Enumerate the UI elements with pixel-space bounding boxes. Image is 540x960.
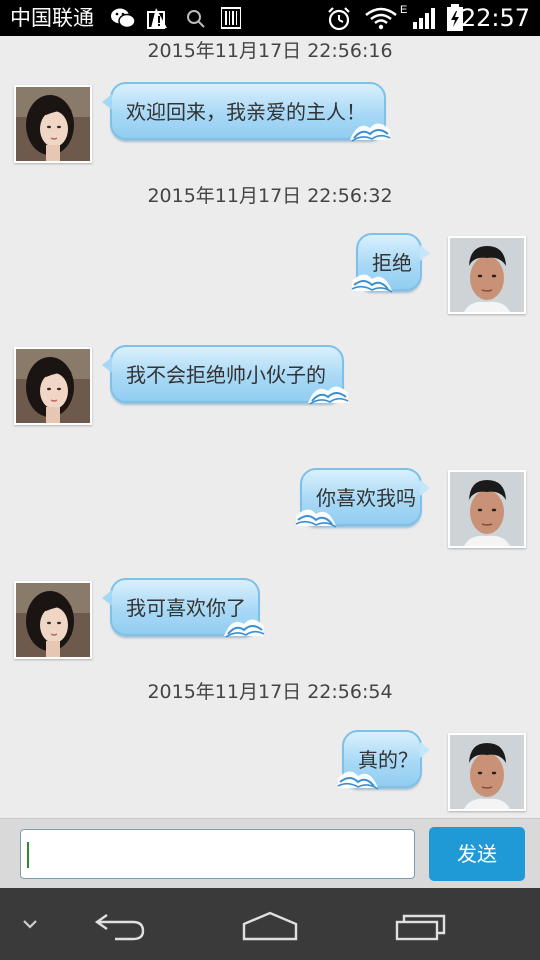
chat-area[interactable]: 2015年11月17日 22:56:16 欢迎回来，我亲爱的主人！ 2015年1…: [0, 36, 540, 818]
clock: 22:57: [460, 4, 530, 32]
text-cursor: [27, 842, 29, 868]
recents-icon[interactable]: [394, 910, 450, 946]
message-bubble[interactable]: 你喜欢我吗: [295, 468, 430, 528]
timestamp: 2015年11月17日 22:56:16: [147, 40, 393, 62]
alarm-icon: [326, 6, 352, 36]
message-bubble[interactable]: 我可喜欢你了: [102, 578, 265, 638]
network-type-label: E: [400, 4, 408, 16]
message-bubble[interactable]: 我不会拒绝帅小伙子的: [102, 345, 349, 405]
collapse-icon[interactable]: [20, 916, 40, 935]
timestamp: 2015年11月17日 22:56:32: [147, 185, 393, 207]
wave-decoration-icon: [350, 123, 391, 142]
message-bubble[interactable]: 真的？: [337, 730, 430, 790]
send-button[interactable]: 发送: [429, 827, 525, 881]
wifi-icon: [364, 6, 398, 34]
male-avatar[interactable]: [448, 236, 526, 314]
wave-decoration-icon: [351, 274, 393, 293]
back-icon[interactable]: [93, 912, 147, 946]
female-avatar[interactable]: [14, 85, 92, 163]
timestamp: 2015年11月17日 22:56:54: [147, 681, 393, 703]
message-input-bar: 发送: [0, 818, 540, 889]
message-bubble[interactable]: 拒绝: [351, 233, 430, 293]
warning-icon: [146, 6, 170, 34]
navigation-bar: [0, 888, 540, 960]
search-icon: [186, 9, 206, 33]
message-bubble[interactable]: 欢迎回来，我亲爱的主人！: [102, 82, 391, 142]
female-avatar[interactable]: [14, 581, 92, 659]
male-avatar[interactable]: [448, 470, 526, 548]
status-bar: 中国联通 E 22:57: [0, 0, 540, 36]
wave-decoration-icon: [308, 386, 349, 405]
female-avatar[interactable]: [14, 347, 92, 425]
message-text: 欢迎回来，我亲爱的主人！: [126, 100, 366, 124]
wave-decoration-icon: [295, 509, 337, 528]
wechat-icon: [110, 6, 136, 34]
male-avatar[interactable]: [448, 733, 526, 811]
signal-icon: [412, 6, 438, 34]
carrier-name: 中国联通: [10, 6, 94, 30]
wave-decoration-icon: [224, 619, 265, 638]
message-text: 我不会拒绝帅小伙子的: [126, 363, 326, 387]
message-input[interactable]: [20, 829, 415, 879]
barcode-icon: [220, 6, 242, 34]
wave-decoration-icon: [337, 771, 379, 790]
home-icon[interactable]: [241, 910, 299, 946]
